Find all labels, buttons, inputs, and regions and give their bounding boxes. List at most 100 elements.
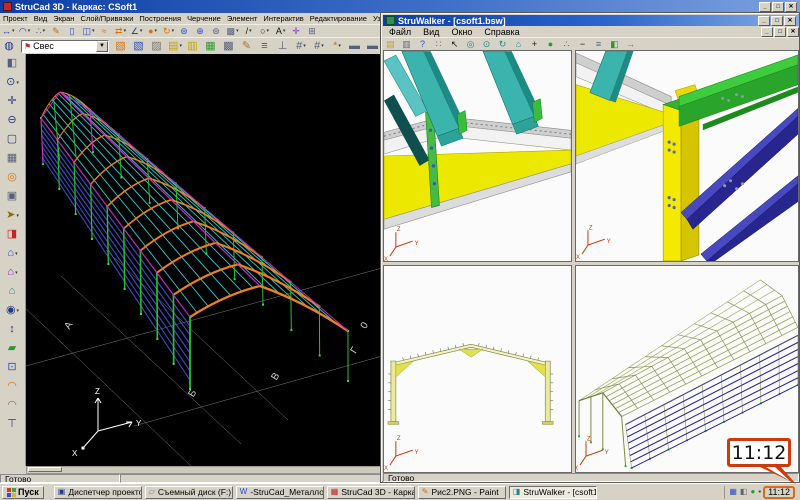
- rail2-icon[interactable]: ▬: [365, 39, 381, 54]
- dual-view-icon[interactable]: ◫▾: [82, 25, 96, 37]
- pick-icon[interactable]: ➤▾: [2, 206, 24, 225]
- menu-item[interactable]: Интерактив: [260, 13, 306, 24]
- menu-item[interactable]: Слой/Привязки: [77, 13, 136, 24]
- exit-walk-icon[interactable]: →: [624, 38, 638, 50]
- circle-icon[interactable]: ○▾: [258, 25, 272, 37]
- help-icon[interactable]: ?: [416, 38, 430, 50]
- style-combobox[interactable]: ⚑ Свес ▼: [21, 40, 109, 53]
- text-icon[interactable]: A▾: [274, 25, 288, 37]
- zoom-icon[interactable]: ⊙▾: [2, 73, 24, 92]
- taskbar-task[interactable]: ▱ Съемный диск (F:): [145, 486, 233, 499]
- menu-item[interactable]: Построения: [136, 13, 184, 24]
- edit-pencil-icon[interactable]: ✎: [50, 25, 64, 37]
- maximize-button[interactable]: □: [771, 16, 783, 26]
- menu-item[interactable]: Экран: [50, 13, 77, 24]
- pencil-grid-icon[interactable]: ✎: [239, 39, 255, 54]
- minimize-button[interactable]: _: [759, 2, 771, 12]
- hash-grid-icon[interactable]: #▾: [293, 39, 309, 54]
- gear-gray-icon[interactable]: ⊛: [210, 25, 224, 37]
- network-icon[interactable]: ⊡: [2, 358, 24, 377]
- minimize-button[interactable]: _: [761, 27, 773, 37]
- menu-item[interactable]: Справка: [478, 26, 525, 37]
- h-scrollbar[interactable]: [26, 466, 384, 474]
- house-teal-icon[interactable]: ⌂: [2, 282, 24, 301]
- target-icon[interactable]: ◎: [2, 168, 24, 187]
- model-globe-icon[interactable]: ◍: [1, 39, 17, 54]
- zoom-window-icon[interactable]: ▢: [2, 130, 24, 149]
- swap-arrows-icon[interactable]: ⇄▾: [114, 25, 128, 37]
- pan-icon[interactable]: ✛: [2, 92, 24, 111]
- taskbar-task[interactable]: ✎ Рис2.PNG - Paint: [418, 486, 506, 499]
- menu-item[interactable]: Файл: [383, 26, 417, 37]
- open-icon[interactable]: ▤: [384, 38, 398, 50]
- struwalker-titlebar[interactable]: StruWalker - [csoft1.bsw] _□✕: [383, 15, 799, 26]
- arc-icon[interactable]: ◠▾: [18, 25, 32, 37]
- axes-star-icon[interactable]: *▾: [329, 39, 345, 54]
- move-icon[interactable]: ↔▾: [1, 25, 16, 37]
- image-icon[interactable]: ▦: [2, 149, 24, 168]
- measure-icon[interactable]: ↕: [2, 320, 24, 339]
- render-sphere-icon[interactable]: ●: [544, 38, 558, 50]
- fly-icon[interactable]: ◧: [608, 38, 622, 50]
- level-icon[interactable]: ⊥: [275, 39, 291, 54]
- walk-icon[interactable]: ∴: [560, 38, 574, 50]
- arch-gray-icon[interactable]: ◠: [2, 396, 24, 415]
- snap-icon[interactable]: ∷: [432, 38, 446, 50]
- house-violet-icon[interactable]: ⌂▾: [2, 263, 24, 282]
- gear-cycle-icon[interactable]: ⊕: [194, 25, 208, 37]
- taskbar-task[interactable]: ▣ Диспетчер проектов St...: [54, 486, 142, 499]
- beam-cube-yellow2-icon[interactable]: ▥: [185, 39, 201, 54]
- grid-edit-icon[interactable]: ▩: [221, 39, 237, 54]
- menu-item[interactable]: Черчение: [184, 13, 224, 24]
- angle-icon[interactable]: ∠▾: [130, 25, 144, 37]
- home-view-icon[interactable]: ⌂: [512, 38, 526, 50]
- screen-icon[interactable]: ▯: [66, 25, 80, 37]
- taskbar-task[interactable]: ▦ StruCad 3D - Каркас: C...: [327, 486, 415, 499]
- model-3d-viewport[interactable]: АБВГ0 ZYX: [26, 54, 384, 466]
- beam-cube-blue-icon[interactable]: ▧: [131, 39, 147, 54]
- close-button[interactable]: ✕: [787, 27, 799, 37]
- zoom-in-icon[interactable]: +: [528, 38, 542, 50]
- print-icon[interactable]: ▥: [400, 38, 414, 50]
- close-button[interactable]: ✕: [785, 2, 797, 12]
- minimize-button[interactable]: _: [758, 16, 770, 26]
- sphere-icon[interactable]: ●▾: [146, 25, 160, 37]
- snap-points-icon[interactable]: ∴▾: [34, 25, 48, 37]
- tee-icon[interactable]: ⊤: [2, 415, 24, 434]
- maximize-button[interactable]: □: [772, 2, 784, 12]
- tray-icon[interactable]: ▪: [758, 488, 761, 496]
- red-box-icon[interactable]: ◨: [2, 225, 24, 244]
- viewport-purlin-detail[interactable]: ZYX: [383, 50, 572, 262]
- window-new-icon[interactable]: ⊞: [306, 25, 320, 37]
- zoom-out-icon[interactable]: −: [576, 38, 590, 50]
- maximize-button[interactable]: □: [774, 27, 786, 37]
- zoom-dynamic-icon[interactable]: ⊙: [480, 38, 494, 50]
- menu-item[interactable]: Проект: [0, 13, 31, 24]
- menu-item[interactable]: Узлы: [370, 13, 380, 24]
- combo-dropdown-button[interactable]: ▼: [96, 41, 108, 52]
- house-blue-icon[interactable]: ⌂▾: [2, 244, 24, 263]
- orbit-icon[interactable]: ↻: [496, 38, 510, 50]
- list-icon[interactable]: ≡: [257, 39, 273, 54]
- struwalker-window[interactable]: StruWalker - [csoft1.bsw] _□✕ ФайлВидОкн…: [380, 12, 800, 483]
- wave-icon[interactable]: ≈: [98, 25, 112, 37]
- viewport-eaves-corner-detail[interactable]: ZYX: [575, 50, 799, 262]
- menu-item[interactable]: Редактирование: [307, 13, 370, 24]
- gear-blue-icon[interactable]: ⊛: [178, 25, 192, 37]
- taskbar-task[interactable]: W -StruCad_Металлокар...: [236, 486, 324, 499]
- zoom-window-icon[interactable]: ◎: [464, 38, 478, 50]
- menu-item[interactable]: Вид: [417, 26, 445, 37]
- hash-grid2-icon[interactable]: #▾: [311, 39, 327, 54]
- doc-view-icon[interactable]: ▣: [2, 187, 24, 206]
- start-button[interactable]: Пуск: [2, 486, 44, 499]
- line-icon[interactable]: /▾: [242, 25, 256, 37]
- tray-icon[interactable]: ●: [750, 488, 755, 496]
- menu-item[interactable]: Элемент: [224, 13, 261, 24]
- arch-orange-icon[interactable]: ◠: [2, 377, 24, 396]
- green-pad-icon[interactable]: ▰: [2, 339, 24, 358]
- taskbar-task[interactable]: ◨ StruWalker - [csoft1...: [509, 486, 597, 499]
- viewport-frame-elevation[interactable]: ZYX: [383, 265, 572, 473]
- beam-cube-orange-icon[interactable]: ▧: [113, 39, 129, 54]
- tray-icon[interactable]: ▦: [729, 488, 737, 496]
- tray-icon[interactable]: ◧: [740, 488, 748, 496]
